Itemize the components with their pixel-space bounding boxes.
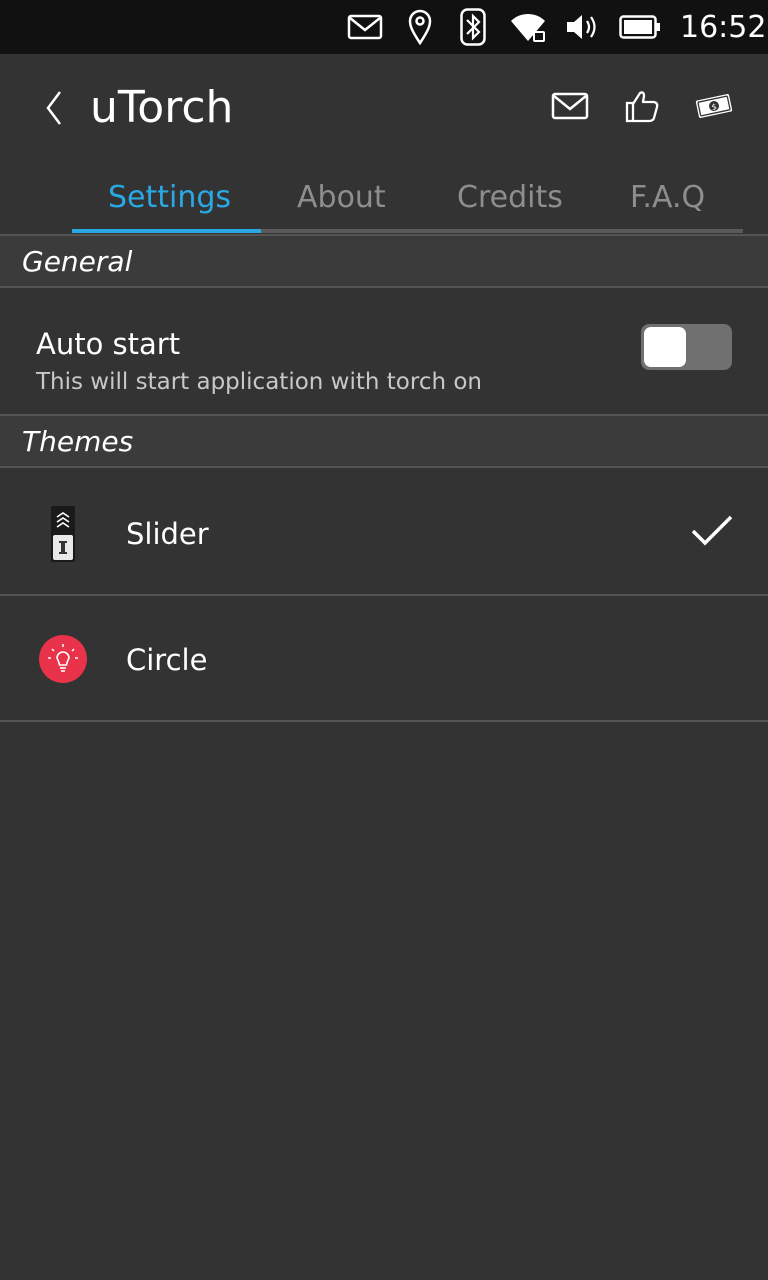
donate-button[interactable]: $ bbox=[692, 84, 736, 128]
page-title: uTorch bbox=[90, 82, 234, 133]
back-button[interactable] bbox=[36, 86, 76, 130]
bluetooth-icon bbox=[458, 0, 488, 54]
thumbs-up-icon bbox=[625, 91, 659, 123]
mail-button[interactable] bbox=[548, 84, 592, 128]
section-title: Themes bbox=[22, 425, 134, 458]
theme-label: Slider bbox=[126, 517, 209, 551]
checkmark-icon bbox=[690, 514, 734, 548]
section-title: General bbox=[22, 245, 133, 278]
tab-indicator bbox=[72, 229, 261, 233]
status-time: 16:52 bbox=[680, 10, 767, 45]
tab-credits[interactable]: Credits bbox=[457, 176, 563, 220]
tab-faq[interactable]: F.A.Q bbox=[630, 176, 705, 220]
tab-about[interactable]: About bbox=[297, 176, 386, 220]
theme-item-slider[interactable]: Slider bbox=[0, 468, 768, 596]
like-button[interactable] bbox=[620, 84, 664, 128]
volume-icon bbox=[564, 0, 600, 54]
tab-settings[interactable]: Settings bbox=[108, 176, 231, 220]
battery-icon bbox=[618, 0, 662, 54]
auto-start-toggle[interactable] bbox=[641, 324, 732, 370]
toggle-knob bbox=[644, 327, 686, 367]
circle-bulb-icon bbox=[38, 634, 88, 684]
section-header-themes: Themes bbox=[0, 414, 768, 468]
section-header-general: General bbox=[0, 234, 768, 288]
app-header: uTorch $ Settings About Credits F.A.Q bbox=[0, 54, 768, 234]
status-bar: 16:52 bbox=[0, 0, 768, 54]
tab-bar: Settings About Credits F.A.Q bbox=[0, 164, 768, 234]
theme-label: Circle bbox=[126, 643, 208, 677]
auto-start-title: Auto start bbox=[36, 327, 181, 361]
wifi-icon bbox=[508, 0, 548, 54]
chevron-left-icon bbox=[46, 91, 61, 125]
mail-icon bbox=[551, 92, 589, 120]
auto-start-row: Auto start This will start application w… bbox=[0, 288, 768, 416]
slider-theme-icon bbox=[46, 504, 80, 564]
location-icon bbox=[406, 0, 434, 54]
theme-item-circle[interactable]: Circle bbox=[0, 594, 768, 722]
auto-start-subtitle: This will start application with torch o… bbox=[36, 369, 482, 395]
donate-icon: $ bbox=[695, 94, 733, 118]
mail-icon bbox=[346, 0, 384, 54]
